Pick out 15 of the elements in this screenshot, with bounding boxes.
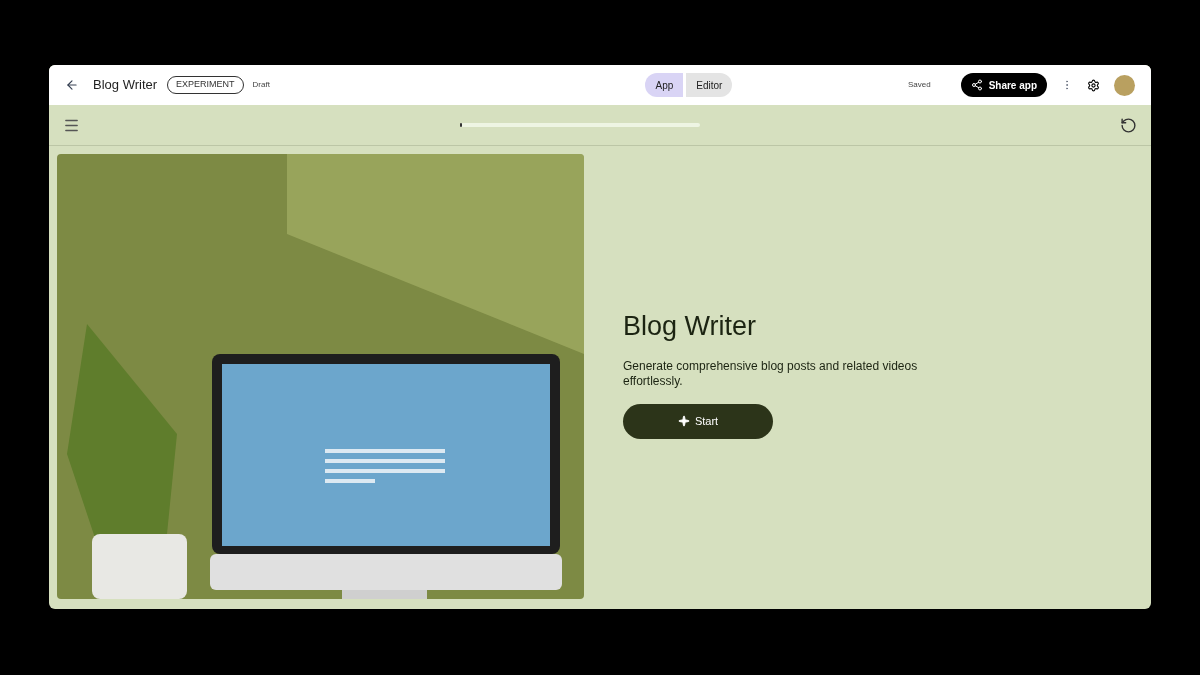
- sparkle-icon: [677, 415, 690, 428]
- saved-status: Saved: [907, 79, 931, 91]
- settings-icon[interactable]: [1087, 78, 1100, 92]
- share-app-button[interactable]: Share app: [960, 73, 1047, 97]
- app-title: Blog Writer: [93, 76, 158, 95]
- share-icon: [970, 79, 983, 91]
- hero-title: Blog Writer: [623, 310, 758, 344]
- mode-tab[interactable]: App: [645, 73, 684, 97]
- avatar[interactable]: [1114, 74, 1135, 96]
- mode-tab[interactable]: Editor: [686, 73, 733, 97]
- back-icon[interactable]: [65, 78, 79, 92]
- restart-icon[interactable]: [1120, 116, 1137, 134]
- draft-status: Draft: [252, 79, 270, 91]
- start-button[interactable]: Start: [623, 403, 773, 439]
- hero-description: Generate comprehensive blog posts and related videos effortlessly.: [623, 358, 919, 389]
